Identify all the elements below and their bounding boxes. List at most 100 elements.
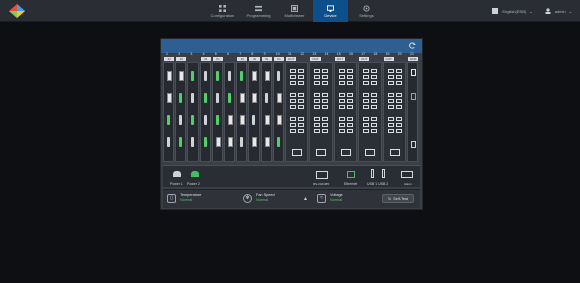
fan-chevron-icon[interactable]: ▲	[303, 196, 308, 202]
input-card-slot-9[interactable]	[260, 62, 272, 162]
ethernet-label: Ethernet	[344, 182, 358, 186]
power-1-label: Power 1	[170, 182, 183, 186]
output-port-group	[290, 93, 304, 109]
program-icon	[255, 5, 262, 11]
app-logo[interactable]	[9, 4, 25, 18]
thermometer-icon: ▯	[167, 193, 176, 203]
input-port	[191, 71, 195, 81]
input-card-slot-4[interactable]	[199, 62, 211, 162]
chevron-down-icon: ⌄	[529, 8, 533, 14]
output-port-group	[314, 93, 329, 109]
slot-number: 21	[410, 52, 414, 56]
input-port	[167, 137, 170, 147]
slot-number: 19	[385, 52, 390, 56]
input-port	[203, 137, 207, 147]
output-card-1[interactable]	[285, 62, 309, 162]
output-port-bottom	[389, 149, 400, 156]
output-port-group	[314, 117, 329, 133]
slot-number: 11	[288, 52, 292, 56]
chevron-down-icon: ⌄	[568, 8, 572, 14]
input-card-slot-2[interactable]	[175, 62, 187, 162]
input-port	[264, 71, 270, 81]
slot-number: 9	[263, 52, 266, 56]
grid-icon	[219, 4, 226, 12]
nav-settings[interactable]: Settings	[349, 0, 384, 22]
control-port	[411, 141, 416, 148]
nav-label: Configuration	[210, 12, 235, 18]
input-port	[167, 115, 170, 125]
input-port	[276, 137, 280, 147]
output-port-bottom	[316, 149, 327, 156]
output-port-group	[338, 69, 353, 85]
input-port	[203, 115, 207, 125]
input-card-slot-1[interactable]	[163, 62, 175, 162]
input-port	[167, 93, 172, 103]
slot-tag: IN	[212, 57, 223, 61]
input-port	[252, 71, 258, 81]
temperature-value: Normal	[180, 198, 193, 202]
control-port	[411, 93, 416, 100]
output-port-bottom	[292, 149, 302, 156]
slot-number: 3	[190, 52, 193, 56]
slot-tag: IN	[249, 57, 260, 61]
input-card-slot-8[interactable]	[248, 62, 260, 162]
input-card-slot-7[interactable]	[236, 62, 248, 162]
self-test-label: Self-Test	[393, 196, 408, 201]
slot-number: 7	[239, 52, 242, 56]
nav-device[interactable]: Device	[313, 0, 348, 22]
slot-tag: IN	[176, 57, 187, 61]
fan-icon: ✻	[243, 193, 252, 203]
language-selector[interactable]: English(ENB) ⌄	[492, 8, 533, 14]
slot-number: 12	[300, 52, 305, 56]
input-card-slot-5[interactable]	[211, 62, 223, 162]
refresh-icon[interactable]	[409, 42, 416, 49]
input-card-slot-3[interactable]	[187, 62, 199, 162]
gear-icon	[363, 4, 370, 12]
input-port	[264, 93, 268, 103]
slot-tag: OUT	[383, 57, 394, 61]
output-port-group	[290, 117, 304, 133]
nav-configuration[interactable]: Configuration	[205, 0, 240, 22]
output-port-group	[387, 117, 402, 133]
control-card-slot-21[interactable]	[407, 62, 419, 162]
user-menu[interactable]: admin ⌄	[545, 8, 572, 14]
input-port	[179, 71, 185, 81]
input-port	[240, 137, 244, 147]
slot-number: 10	[275, 52, 280, 56]
output-card-2[interactable]	[309, 62, 333, 162]
nav-label: Device	[324, 12, 337, 18]
output-port-group	[363, 117, 378, 133]
output-card-4[interactable]	[358, 62, 382, 162]
slot-tag: OUT	[310, 57, 321, 61]
nav-multiviewer[interactable]: Multiviewer	[277, 0, 312, 22]
self-test-button[interactable]: ↻ Self-Test	[382, 194, 414, 203]
output-port-group	[363, 69, 378, 85]
input-port	[240, 115, 246, 125]
slot-tag: IN	[273, 57, 284, 61]
input-port	[240, 71, 244, 81]
input-port	[240, 93, 246, 103]
input-port	[215, 137, 221, 147]
nav-label: Programming	[246, 12, 271, 18]
output-port-group	[290, 69, 304, 85]
input-card-slot-10[interactable]	[272, 62, 284, 162]
nav-label: Multiviewer	[284, 12, 305, 18]
output-card-5[interactable]	[382, 62, 406, 162]
input-port	[252, 93, 258, 103]
output-card-3[interactable]	[333, 62, 358, 162]
slot-number: 16	[349, 52, 353, 56]
slot-number: 6	[227, 52, 229, 56]
input-card-slot-6[interactable]	[224, 62, 236, 162]
user-label: admin	[554, 8, 566, 14]
status-bar: ▯ Temperature Normal ✻ Fan Speed Normal …	[163, 189, 420, 208]
slot-number: 5	[214, 52, 217, 56]
nav-programming[interactable]: Programming	[241, 0, 276, 22]
input-port	[179, 115, 183, 125]
input-port	[276, 115, 282, 125]
slot-number: 18	[373, 52, 378, 56]
input-port	[215, 71, 219, 81]
slot-number: 14	[324, 52, 329, 56]
input-port	[179, 93, 183, 103]
output-port-group	[387, 93, 402, 109]
nav-label: Settings	[359, 12, 374, 18]
